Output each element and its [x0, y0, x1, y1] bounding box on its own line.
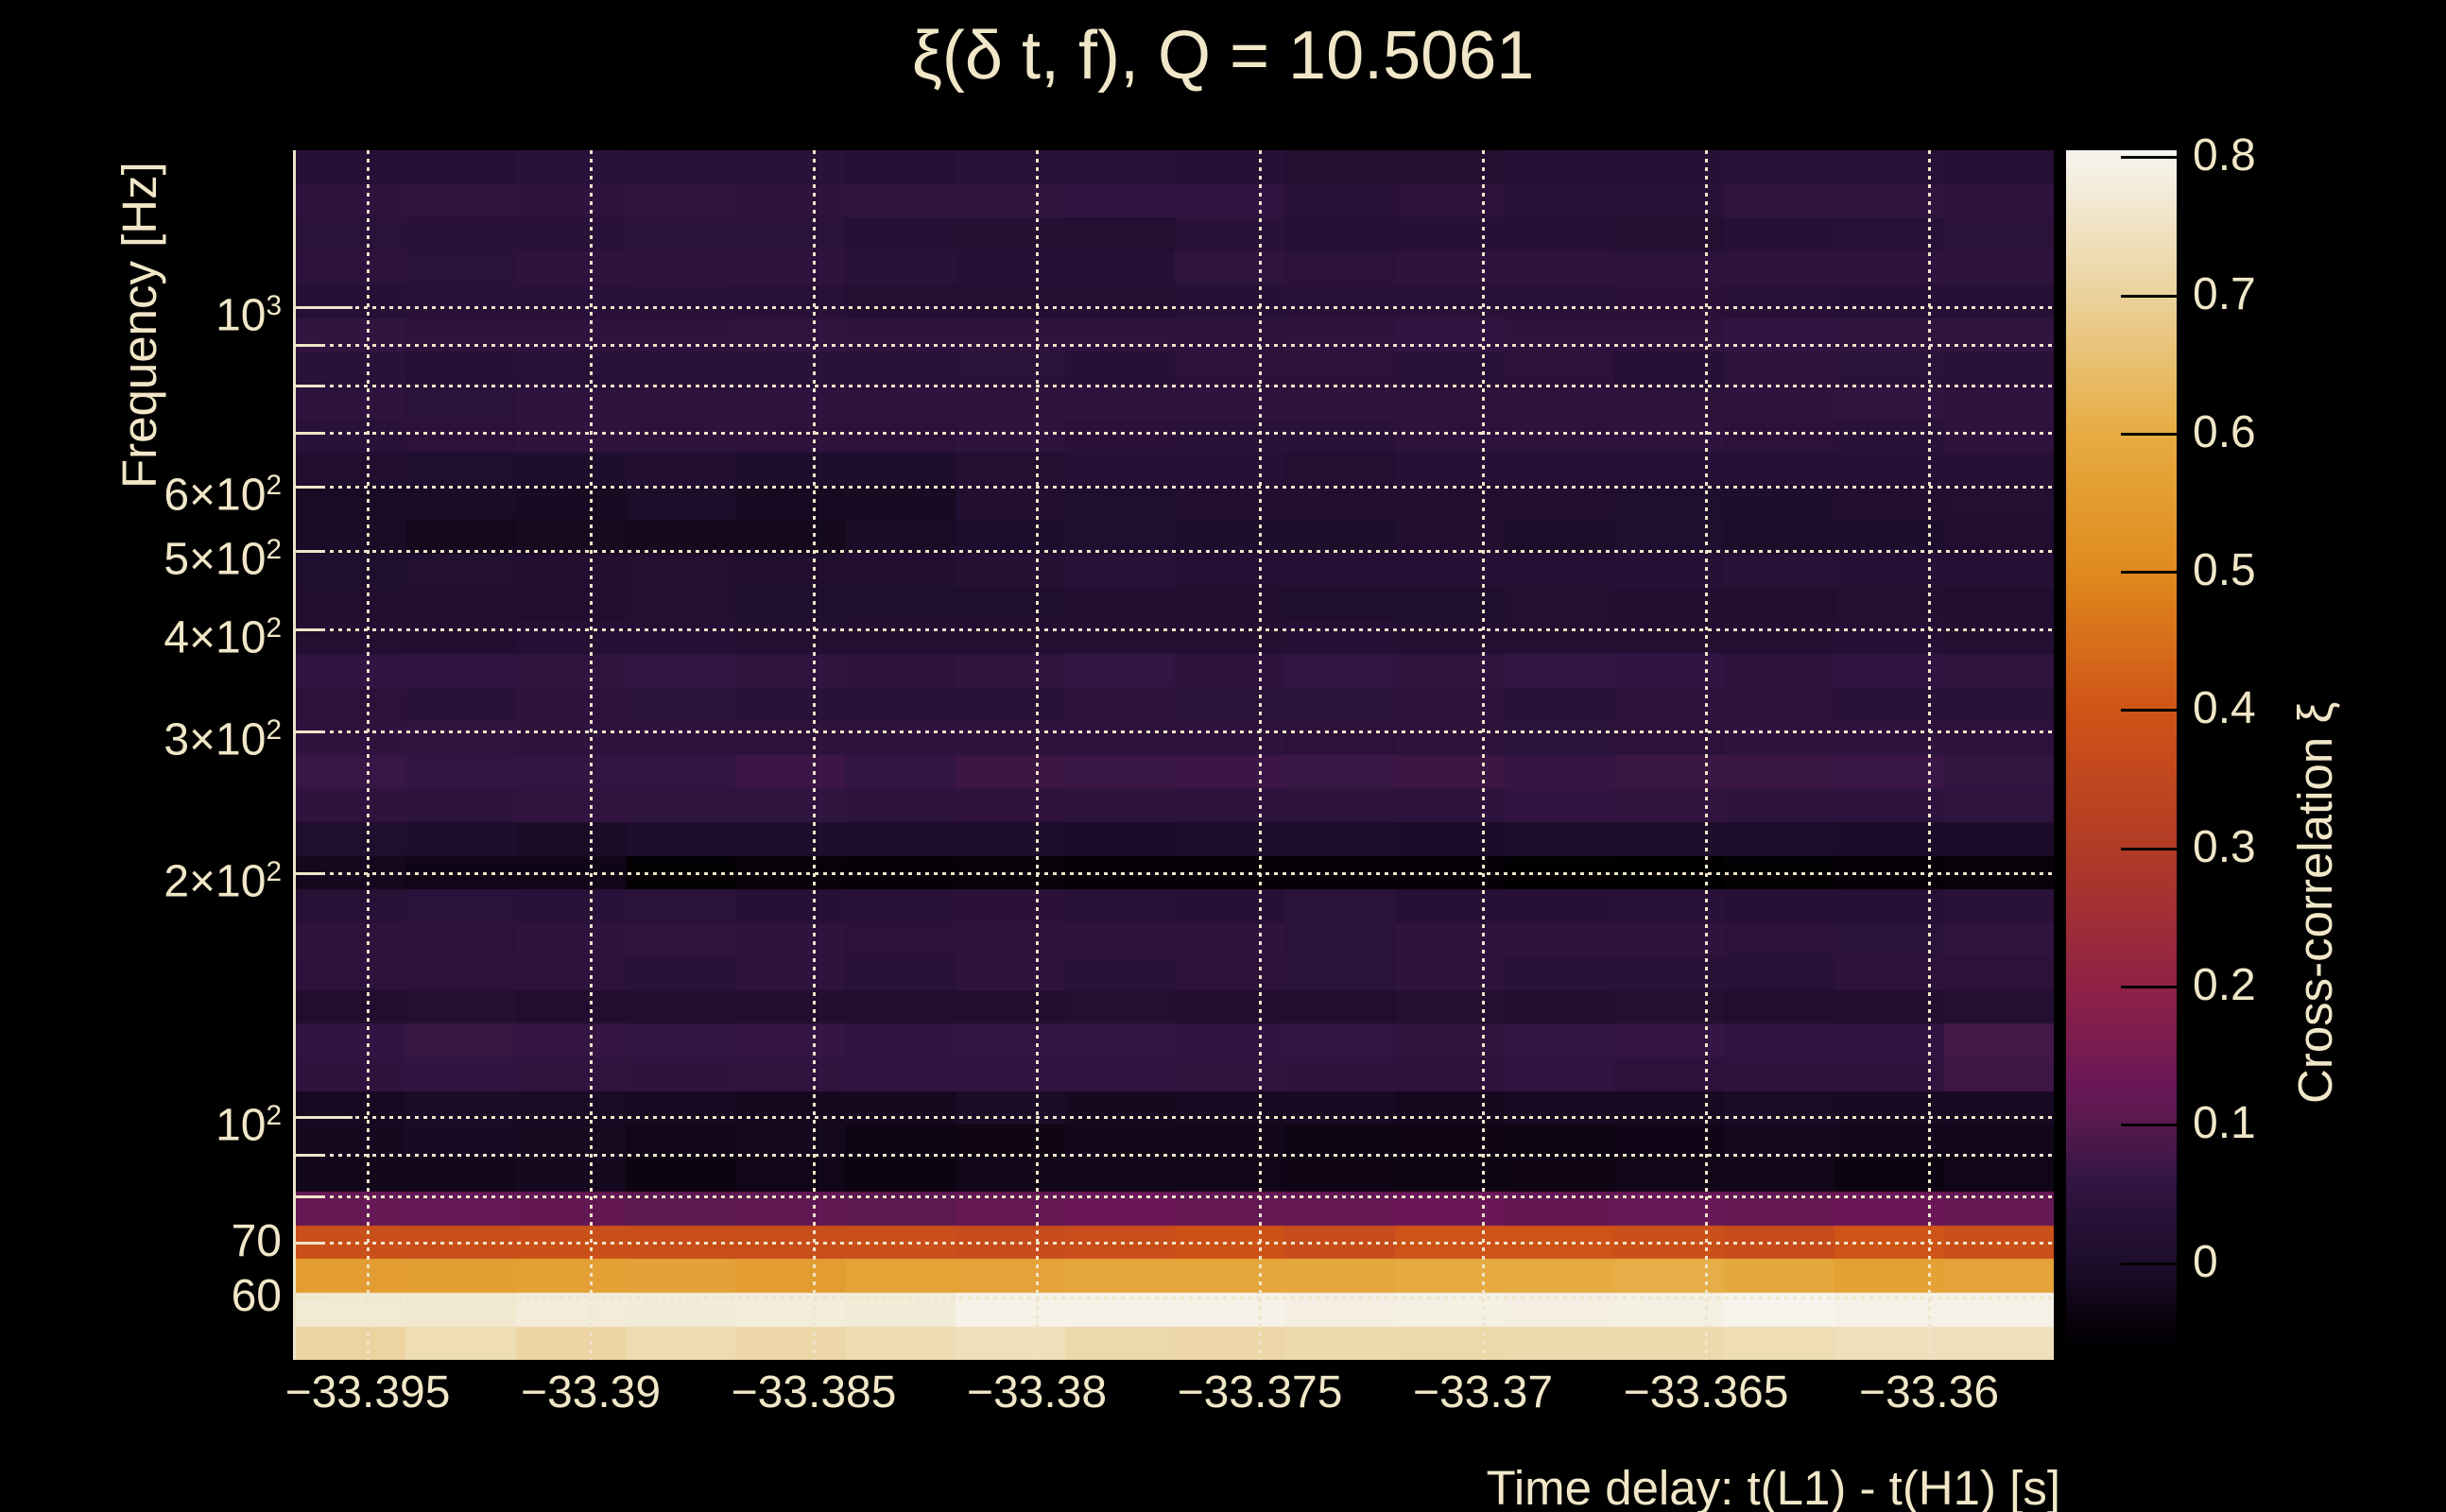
colorbar-tick-label: 0.8 [2193, 130, 2256, 180]
x-axis-title: Time delay: t(L1) - t(H1) [s] [1486, 1461, 2060, 1512]
colorbar-canvas [2066, 150, 2177, 1360]
heatmap-canvas [296, 150, 2054, 1360]
y-tick-mark [296, 432, 324, 435]
x-tick-label: −33.385 [731, 1367, 897, 1418]
grid-line-vertical [1482, 150, 1485, 1360]
y-tick-label: 103 [215, 290, 282, 341]
grid-line-vertical [1928, 150, 1931, 1360]
grid-line-horizontal [296, 1154, 2054, 1157]
y-tick-mark [296, 872, 324, 875]
grid-line-horizontal [296, 1116, 2054, 1119]
colorbar-tick-label: 0.7 [2193, 269, 2256, 319]
y-tick-mark [296, 1116, 353, 1119]
grid-line-horizontal [296, 486, 2054, 489]
y-tick-mark [296, 344, 324, 347]
y-tick-mark [296, 1154, 324, 1157]
grid-line-horizontal [296, 385, 2054, 387]
x-tick-label: −33.38 [966, 1367, 1108, 1418]
y-tick-label: 3×102 [164, 714, 282, 765]
y-tick-label: 4×102 [164, 612, 282, 663]
x-tick-label: −33.39 [520, 1367, 662, 1418]
x-tick-label: −33.375 [1177, 1367, 1343, 1418]
colorbar-tick-mark [2121, 156, 2177, 159]
colorbar-tick-mark [2121, 848, 2177, 850]
y-tick-mark [296, 1242, 324, 1245]
colorbar-tick-label: 0.2 [2193, 960, 2256, 1010]
x-tick-label: −33.36 [1858, 1367, 2000, 1418]
x-tick-label: −33.365 [1623, 1367, 1789, 1418]
colorbar-tick-label: 0.6 [2193, 407, 2256, 457]
y-tick-mark [296, 306, 353, 309]
y-tick-mark [296, 730, 324, 733]
y-tick-label: 60 [231, 1271, 282, 1321]
y-tick-mark [296, 385, 324, 387]
y-tick-label: 102 [215, 1100, 282, 1151]
colorbar-tick-mark [2121, 709, 2177, 712]
colorbar-tick-label: 0.3 [2193, 822, 2256, 872]
grid-line-horizontal [296, 730, 2054, 733]
grid-line-horizontal [296, 1195, 2054, 1198]
y-tick-mark [296, 550, 324, 553]
colorbar-tick-label: 0.5 [2193, 545, 2256, 595]
colorbar-tick-mark [2121, 433, 2177, 436]
grid-line-vertical [1036, 150, 1039, 1360]
colorbar-tick-mark [2121, 571, 2177, 574]
colorbar-tick-mark [2121, 1124, 2177, 1126]
colorbar-tick-label: 0.1 [2193, 1098, 2256, 1148]
grid-line-vertical [1705, 150, 1708, 1360]
colorbar-tick-label: 0.4 [2193, 683, 2256, 733]
y-tick-mark [296, 486, 324, 489]
y-tick-label: 5×102 [164, 534, 282, 585]
grid-line-horizontal [296, 550, 2054, 553]
grid-line-vertical [590, 150, 593, 1360]
colorbar-title: Cross-correlation ξ [2288, 701, 2342, 1104]
y-axis-line [293, 150, 296, 1360]
grid-line-vertical [813, 150, 816, 1360]
grid-line-horizontal [296, 432, 2054, 435]
grid-line-vertical [1259, 150, 1262, 1360]
grid-line-horizontal [296, 306, 2054, 309]
figure-canvas: ξ(δ t, f), Q = 10.5061 103 6×102 5×102 4×10… [0, 0, 2446, 1512]
colorbar-tick-mark [2121, 986, 2177, 988]
y-tick-mark [296, 1297, 324, 1299]
grid-line-horizontal [296, 1242, 2054, 1245]
grid-line-horizontal [296, 872, 2054, 875]
grid-line-horizontal [296, 628, 2054, 631]
grid-line-horizontal [296, 344, 2054, 347]
colorbar-tick-label: 0 [2193, 1237, 2218, 1287]
plot-title: ξ(δ t, f), Q = 10.5061 [911, 18, 1535, 94]
y-tick-mark [296, 1195, 324, 1198]
y-tick-mark [296, 628, 324, 631]
y-axis-title: Frequency [Hz] [112, 162, 166, 489]
y-tick-label: 6×102 [164, 470, 282, 521]
grid-line-vertical [367, 150, 370, 1360]
x-tick-label: −33.37 [1412, 1367, 1554, 1418]
colorbar-tick-mark [2121, 1263, 2177, 1265]
x-tick-label: −33.395 [284, 1367, 451, 1418]
y-tick-label: 2×102 [164, 856, 282, 907]
grid-line-horizontal [296, 1297, 2054, 1299]
colorbar-tick-mark [2121, 295, 2177, 298]
y-tick-label: 70 [231, 1216, 282, 1266]
